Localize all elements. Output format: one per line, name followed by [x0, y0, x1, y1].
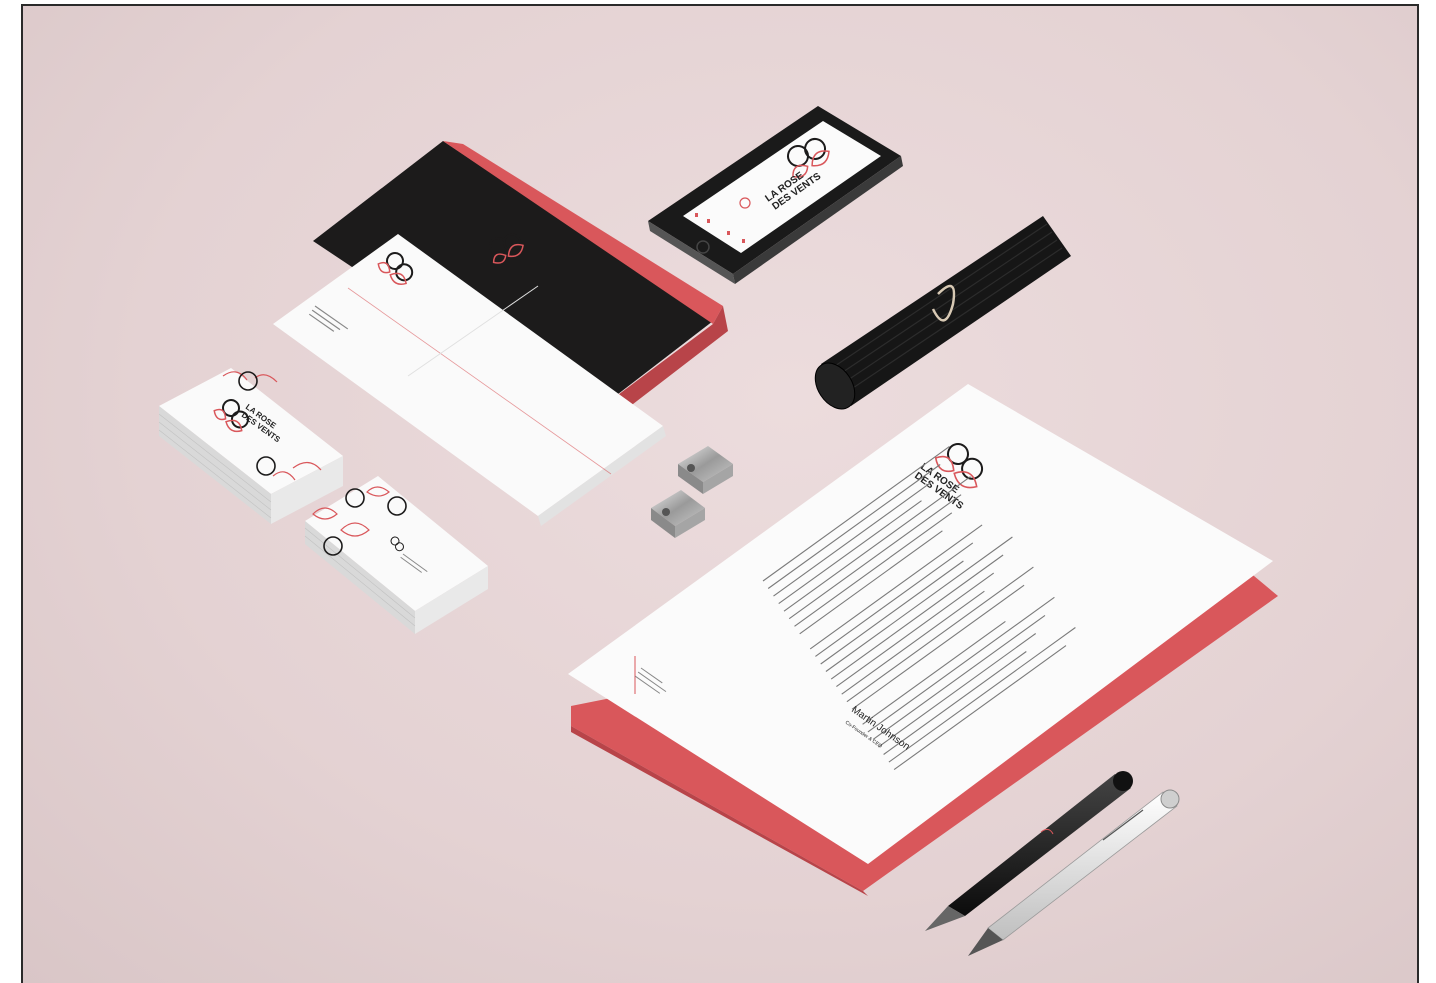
pencil-sharpener-1	[678, 446, 733, 494]
business-card-stack-2	[304, 476, 488, 634]
smartphone: LA ROSE DES VENTS	[648, 106, 903, 284]
image-frame: LA ROSE DES VENTS LA ROSE DES VENTS LA R…	[21, 4, 1419, 983]
pencil-bundle	[814, 216, 1071, 410]
stationery-mockup-scene: LA ROSE DES VENTS LA ROSE DES VENTS LA R…	[158, 106, 1278, 956]
business-card-stack-1: LA ROSE DES VENTS	[158, 368, 343, 524]
pencil-sharpener-2	[651, 490, 705, 538]
